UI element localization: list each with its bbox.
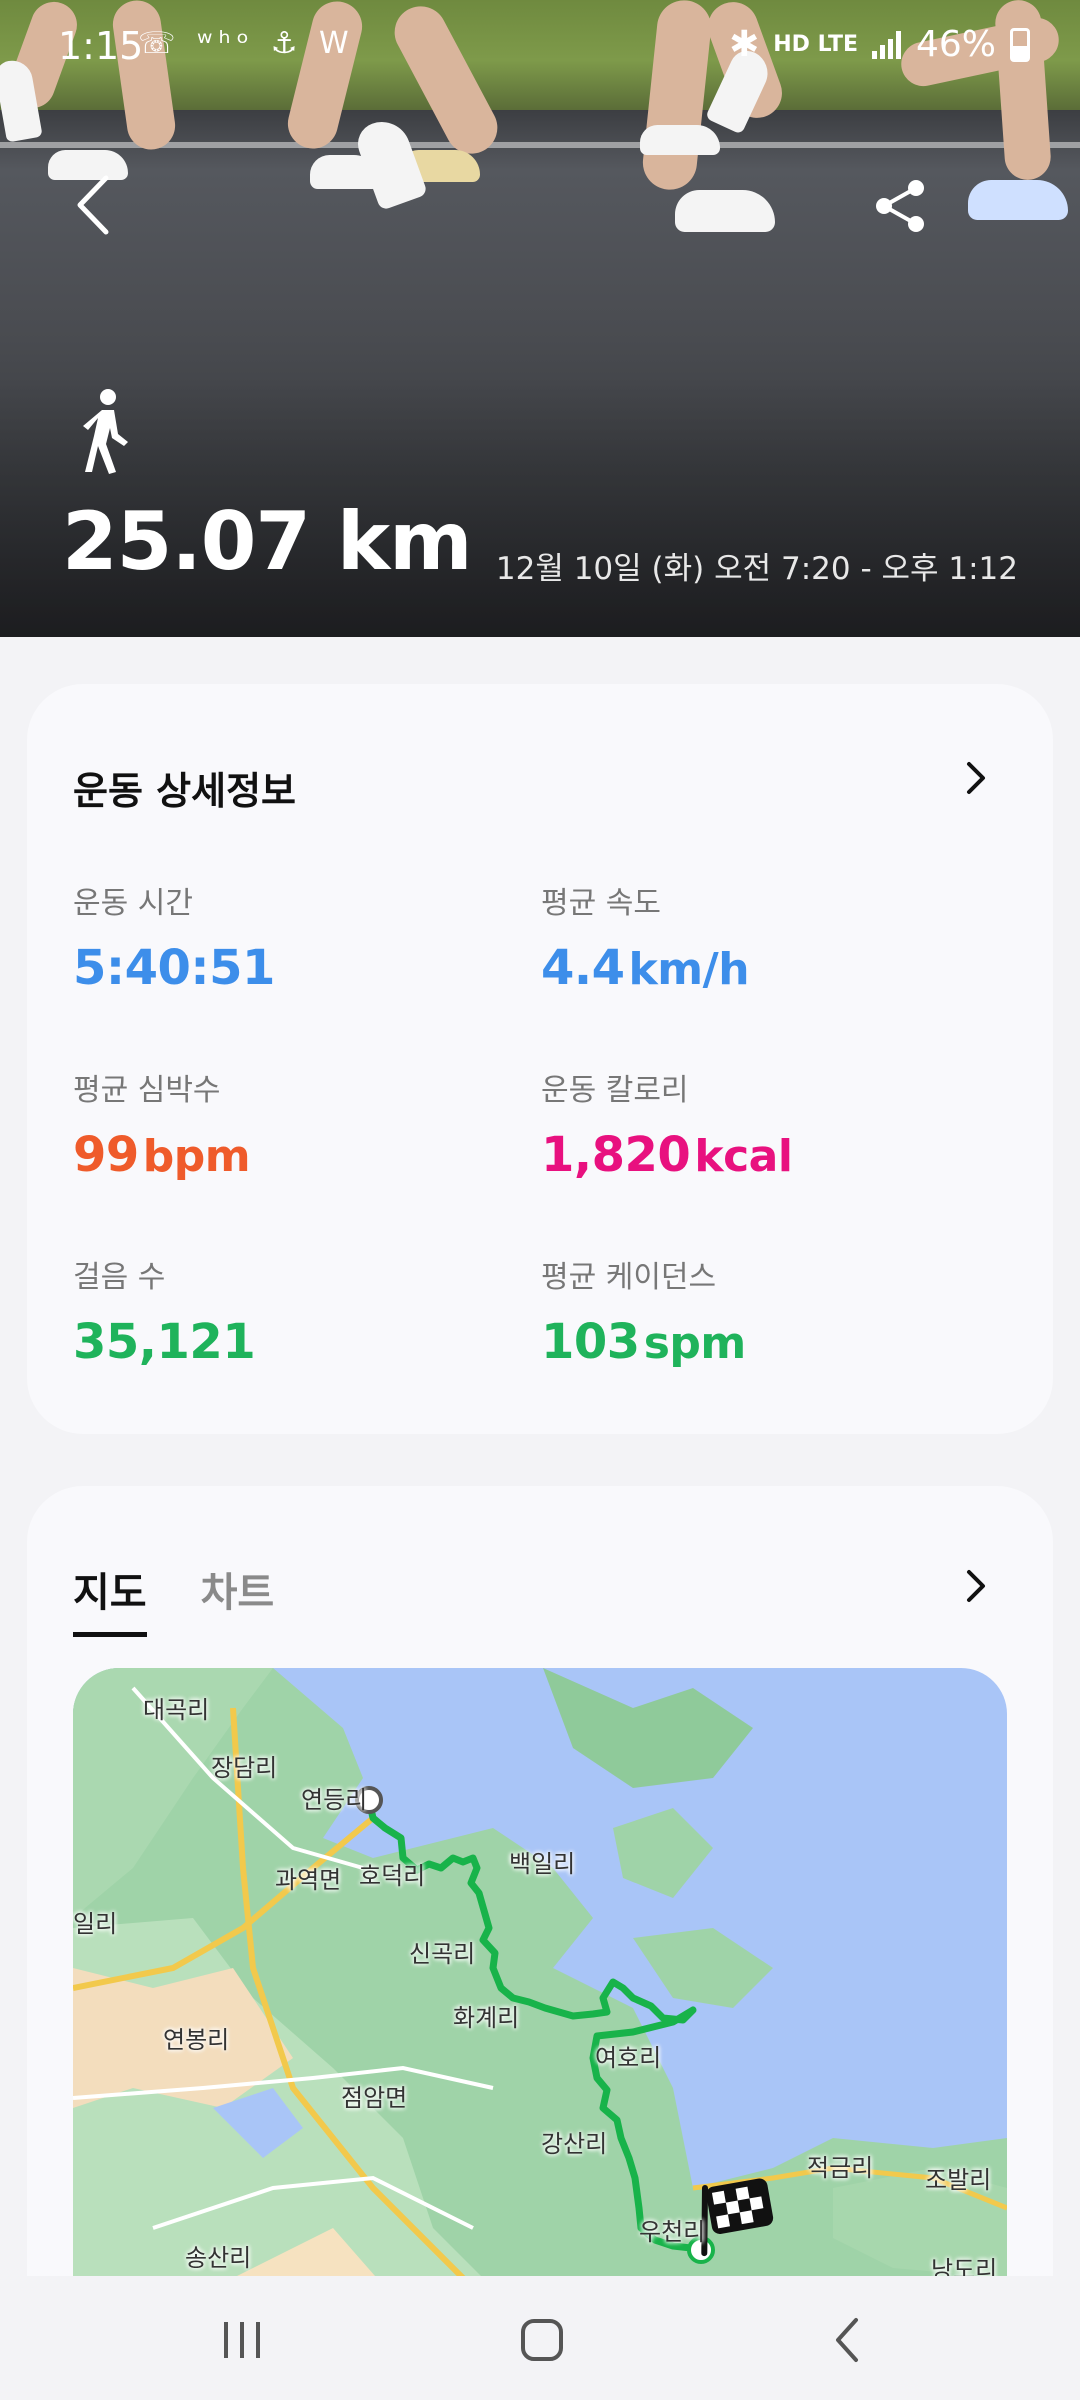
details-title: 운동 상세정보 (73, 769, 296, 813)
share-icon (876, 180, 924, 232)
metric-unit: kcal (694, 1131, 793, 1182)
bluetooth-icon: ✱ (729, 24, 760, 65)
metric-label: 평균 속도 (541, 886, 661, 921)
map-place-label: 과역면 (275, 1866, 342, 1894)
signal-icon (871, 30, 902, 59)
metric-value: 99bpm (73, 1127, 251, 1183)
metric-unit: bpm (142, 1131, 251, 1182)
map-place-label: 연등리 (301, 1786, 368, 1814)
hero-header: 1:15 ☏ ʷʰᵒ ⚓ W ✱ HD LTE 46% 25.07 km 12월… (0, 0, 1080, 637)
walking-person-icon (78, 388, 138, 474)
chevron-right-icon (967, 762, 985, 794)
map-chart-tabs: 지도 차트 (73, 1560, 274, 1637)
back-arrow-icon (836, 2318, 858, 2362)
back-button[interactable] (70, 170, 120, 240)
metric-label: 운동 칼로리 (541, 1073, 689, 1108)
hero-photo-shoe (968, 180, 1068, 220)
workout-datetime: 12월 10일 (화) 오전 7:20 - 오후 1:12 (495, 551, 1018, 587)
recent-apps-button[interactable] (212, 2312, 272, 2368)
metric-value: 1,820kcal (541, 1127, 793, 1183)
metric-value: 103spm (541, 1314, 747, 1370)
chevron-left-icon (77, 175, 109, 235)
system-navigation-bar (0, 2276, 1080, 2400)
map-place-label: 적금리 (807, 2154, 874, 2182)
map-place-label: 대곡리 (143, 1696, 210, 1724)
battery-percent: 46% (915, 24, 996, 65)
map-place-label: 우천리 (639, 2218, 706, 2246)
map-card: 지도 차트 대곡리 장담리 연등리 과역면 호덕리 백일리 일리 신곡리 화계리… (27, 1486, 1053, 2400)
metric-label: 운동 시간 (73, 886, 193, 921)
metric-label: 평균 케이던스 (541, 1260, 717, 1295)
metric-value: 4.4km/h (541, 940, 750, 996)
workout-details-card[interactable]: 운동 상세정보 운동 시간 5:40:51 평균 속도 4.4km/h 평균 심… (27, 684, 1053, 1434)
metric-unit: spm (643, 1318, 747, 1369)
tab-map[interactable]: 지도 (73, 1560, 147, 1637)
status-right-group: ✱ HD LTE 46% (729, 24, 1030, 65)
notification-icons: ☏ ʷʰᵒ ⚓ W (138, 26, 355, 61)
metric-duration: 운동 시간 5:40:51 (73, 878, 513, 996)
status-time: 1:15 (58, 24, 144, 68)
workout-distance: 25.07 km (62, 495, 472, 588)
hero-photo-shoe (351, 114, 429, 211)
metric-avg-heart-rate: 평균 심박수 99bpm (73, 1065, 513, 1183)
status-bar: 1:15 ☏ ʷʰᵒ ⚓ W ✱ HD LTE 46% (0, 0, 1080, 100)
map-place-label: 백일리 (509, 1850, 576, 1878)
map-place-label: 조발리 (925, 2166, 992, 2194)
network-type: HD LTE (773, 31, 858, 57)
metric-value: 5:40:51 (73, 940, 275, 996)
hero-photo-shoe (675, 190, 775, 232)
map-place-label: 일리 (73, 1910, 118, 1938)
chevron-right-icon (967, 1570, 985, 1602)
metric-unit: km/h (628, 944, 750, 995)
map-place-label: 신곡리 (409, 1940, 476, 1968)
share-button[interactable] (872, 178, 928, 234)
map-place-label: 연봉리 (163, 2026, 230, 2054)
metric-label: 걸음 수 (73, 1260, 166, 1295)
metric-calories: 운동 칼로리 1,820kcal (541, 1065, 981, 1183)
map-place-label: 여호리 (595, 2044, 662, 2072)
map-place-label: 호덕리 (359, 1862, 426, 1890)
details-more-button[interactable] (961, 758, 991, 798)
system-back-button[interactable] (818, 2312, 878, 2368)
map-place-label: 점암면 (341, 2084, 408, 2112)
metric-steps: 걸음 수 35,121 (73, 1252, 513, 1370)
metric-avg-speed: 평균 속도 4.4km/h (541, 878, 981, 996)
recent-apps-icon (224, 2322, 260, 2358)
map-place-label: 송산리 (185, 2244, 252, 2272)
hero-photo-shoe (640, 125, 720, 155)
home-button[interactable] (512, 2312, 572, 2368)
map-place-label: 강산리 (541, 2130, 608, 2158)
battery-icon (1010, 27, 1030, 62)
home-icon (521, 2319, 563, 2361)
metric-label: 평균 심박수 (73, 1073, 221, 1108)
map-more-button[interactable] (961, 1566, 991, 1606)
map-place-label: 장담리 (211, 1754, 278, 1782)
metric-value: 35,121 (73, 1314, 256, 1370)
map-place-label: 화계리 (453, 2004, 520, 2032)
metric-avg-cadence: 평균 케이던스 103spm (541, 1252, 981, 1370)
tab-chart[interactable]: 차트 (201, 1560, 275, 1637)
